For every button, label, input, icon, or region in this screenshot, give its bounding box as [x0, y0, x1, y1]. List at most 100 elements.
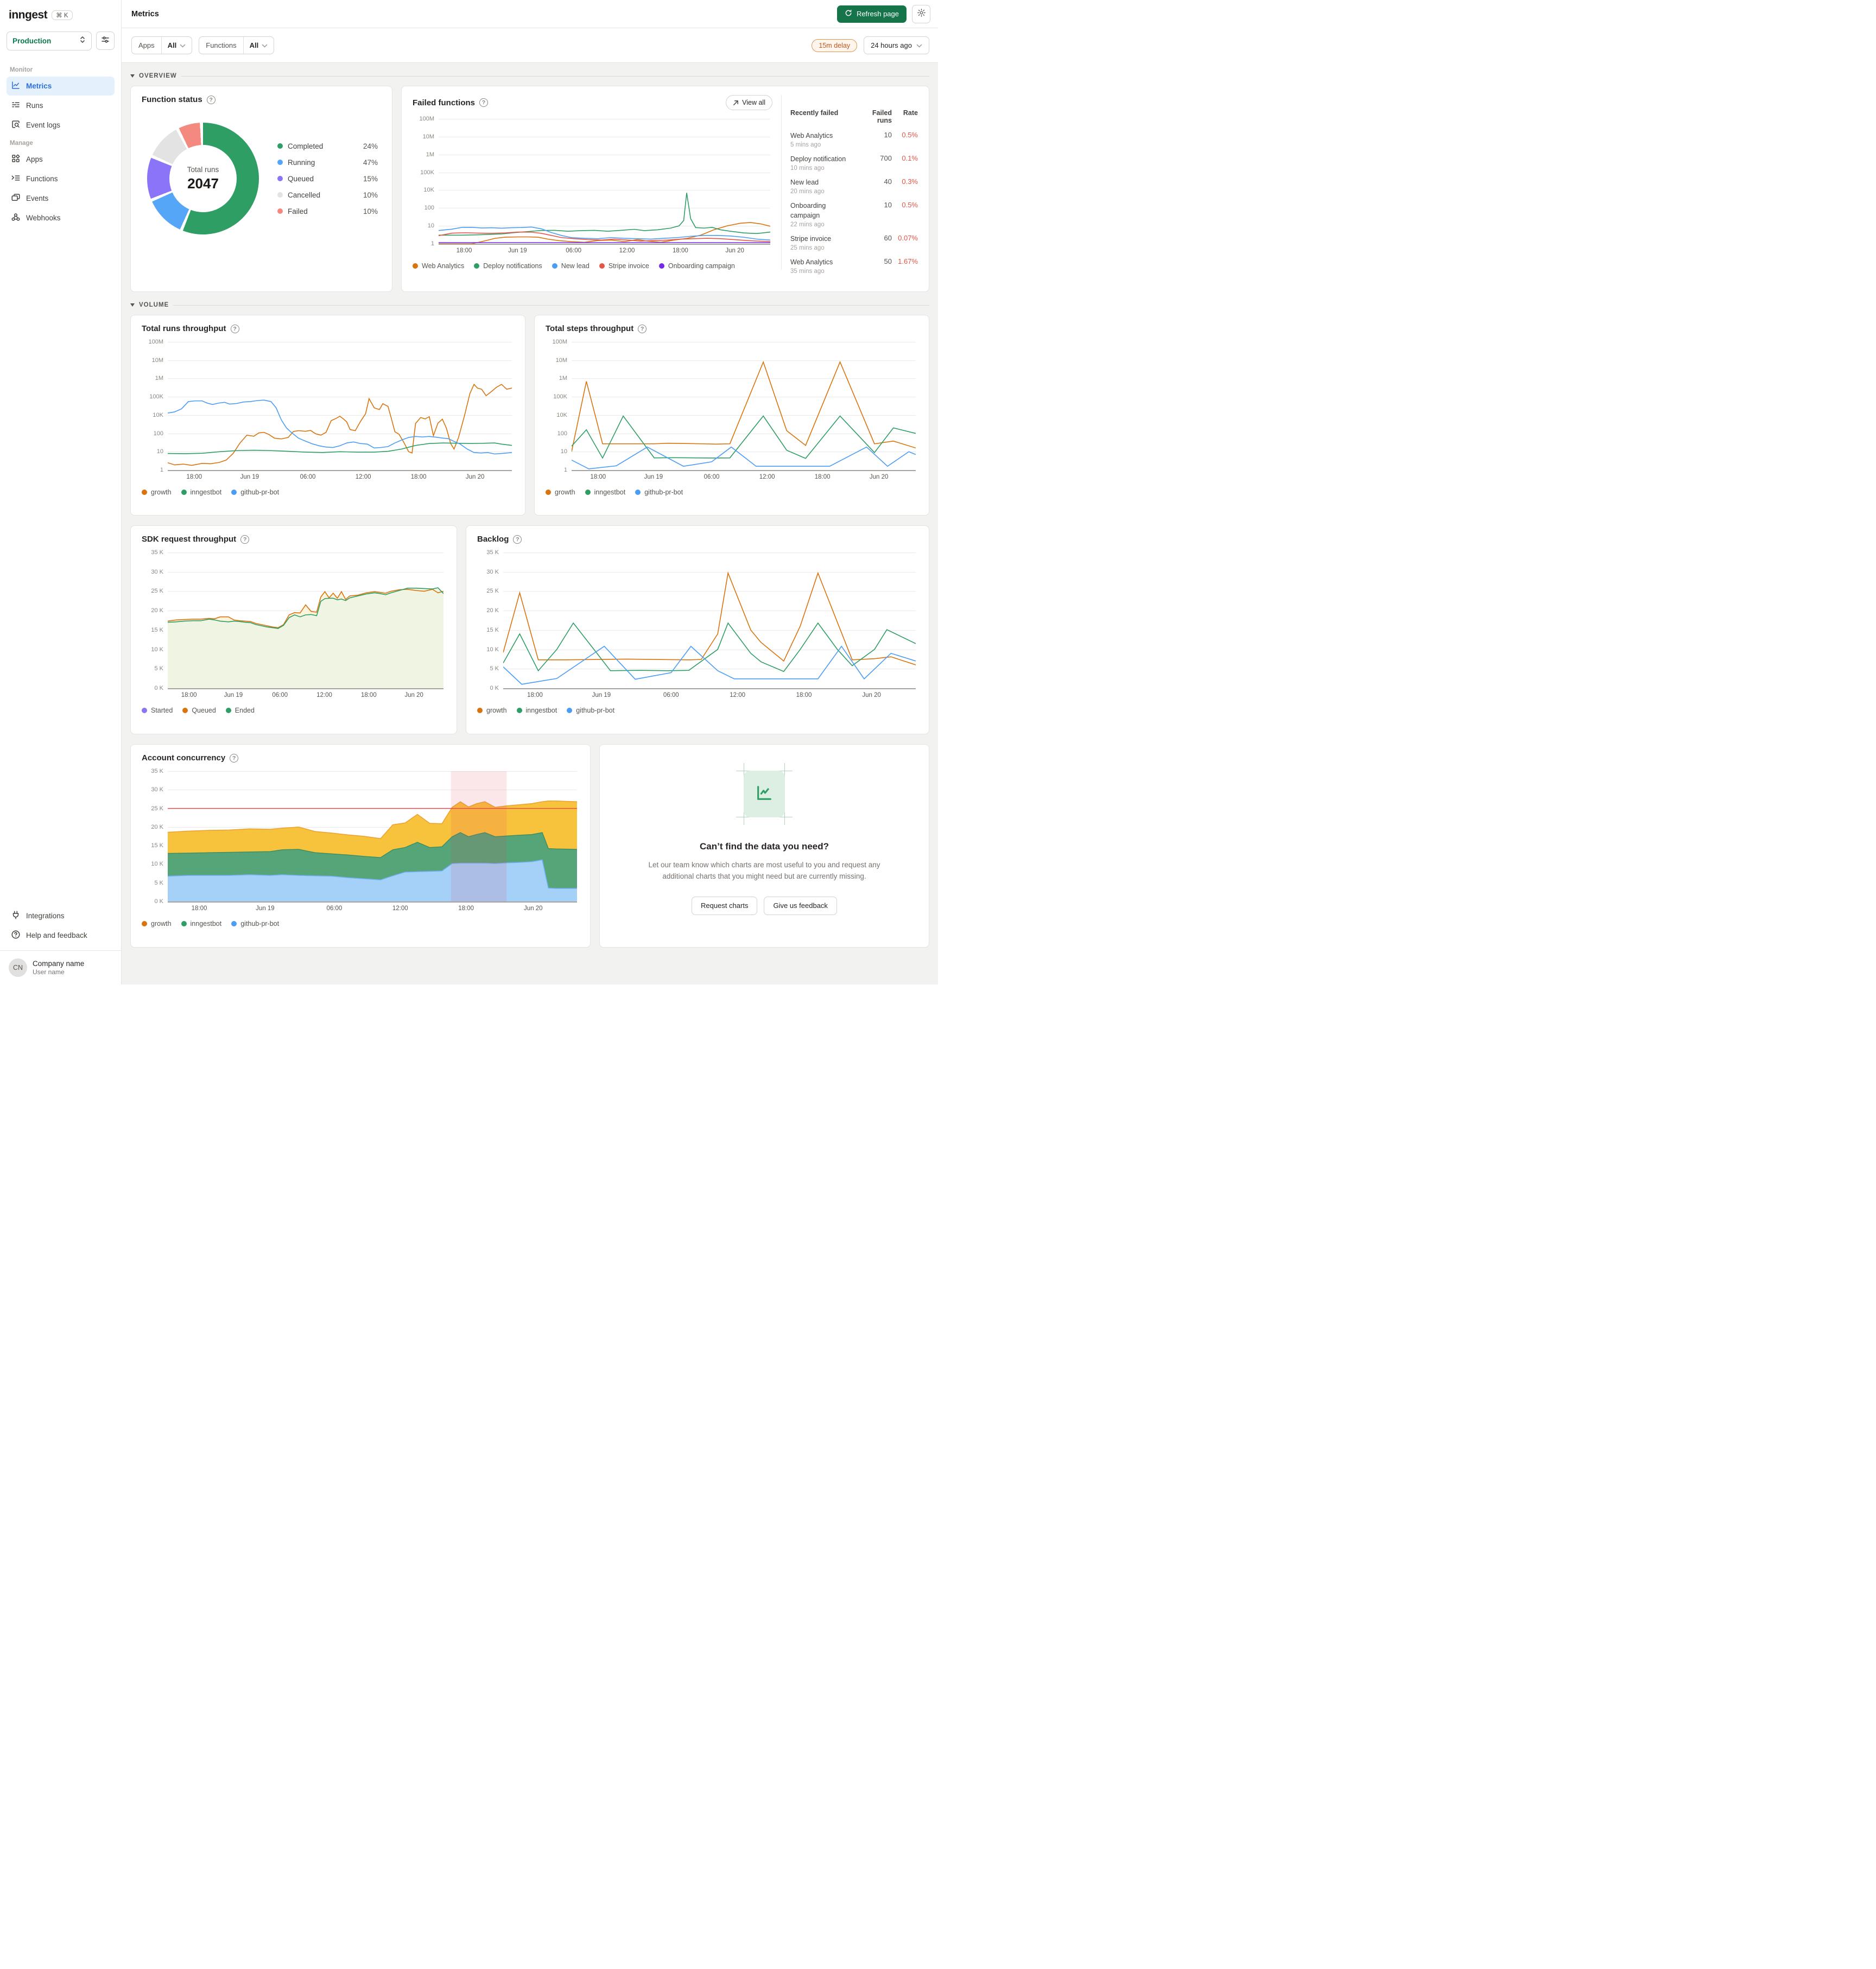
table-row[interactable]: Deploy notification 10 mins ago 700 0.1% [790, 154, 918, 172]
column-header: Recently failed [790, 109, 839, 117]
legend-item[interactable]: Ended [225, 707, 255, 714]
legend-item[interactable]: Deploy notifications [474, 262, 542, 270]
settings-button[interactable] [912, 4, 930, 23]
x-axis-label: 06:00 [663, 692, 679, 698]
x-axis-label: Jun 19 [644, 474, 663, 480]
feedback-card: Can’t find the data you need? Let our te… [599, 744, 929, 948]
sidebar-item-help[interactable]: Help and feedback [7, 926, 115, 945]
card-title: Failed functions [413, 98, 476, 107]
table-row[interactable]: Web Analytics 35 mins ago 50 1.67% [790, 257, 918, 275]
legend-item[interactable]: growth [477, 707, 507, 714]
legend-item[interactable]: New lead [552, 262, 590, 270]
legend-item[interactable]: github-pr-bot [231, 488, 279, 496]
legend-item[interactable]: Web Analytics [413, 262, 464, 270]
table-row[interactable]: Stripe invoice 25 mins ago 60 0.07% [790, 234, 918, 251]
x-axis-label: 12:00 [355, 474, 371, 480]
chart-legend: growth inngestbot github-pr-bot [546, 488, 918, 496]
legend-item[interactable]: Started [142, 707, 173, 714]
backlog-chart: 35 K 30 K 25 K 20 K 15 K 10 K 5 K 0 K 18:00 Jun 1… [477, 544, 918, 714]
chart-plot: 100M 10M 1M 100K 10K 100 10 1 18:00 Jun 19 06:00 12… [142, 339, 514, 480]
donut-total-value: 2047 [187, 175, 219, 192]
help-tooltip-icon[interactable]: ? [230, 324, 239, 333]
legend-item[interactable]: inngestbot [181, 920, 221, 928]
view-all-button[interactable]: View all [726, 95, 772, 110]
legend-item[interactable]: Queued 15% [277, 175, 378, 183]
sidebar-item-runs[interactable]: Runs [7, 96, 115, 115]
legend-item[interactable]: github-pr-bot [567, 707, 614, 714]
legend-item[interactable]: Queued [182, 707, 216, 714]
y-axis-label: 0 K [154, 685, 163, 691]
chart-request-illustration [736, 763, 793, 825]
table-row[interactable]: Onboarding campaign 22 mins ago 10 0.5% [790, 201, 918, 228]
help-tooltip-icon[interactable]: ? [240, 535, 250, 544]
legend-item[interactable]: Completed 24% [277, 142, 378, 150]
column-header: Rate [903, 109, 918, 117]
sidebar-item-integrations[interactable]: Integrations [7, 906, 115, 925]
legend-item[interactable]: github-pr-bot [231, 920, 279, 928]
chevron-down-icon [180, 41, 186, 49]
table-row[interactable]: New lead 20 mins ago 40 0.3% [790, 177, 918, 195]
account-menu[interactable]: CN Company name User name [7, 956, 115, 979]
sidebar-item-functions[interactable]: Functions [7, 169, 115, 188]
time-range-value: 24 hours ago [871, 41, 912, 49]
legend-item[interactable]: inngestbot [181, 488, 221, 496]
card-title: Function status [142, 95, 202, 104]
function-status-donut: Total runs 2047 [147, 123, 259, 234]
sidebar-item-apps[interactable]: Apps [7, 150, 115, 169]
x-axis-label: Jun 19 [508, 247, 527, 254]
y-axis-label: 0 K [154, 898, 163, 905]
y-axis-label: 1M [559, 375, 567, 382]
table-row[interactable]: Web Analytics 5 mins ago 10 0.5% [790, 131, 918, 148]
help-tooltip-icon[interactable]: ? [513, 535, 522, 544]
command-k-shortcut[interactable]: ⌘ K [52, 10, 73, 20]
sidebar-item-label: Help and feedback [26, 931, 87, 939]
apps-filter[interactable]: Apps All [131, 36, 193, 54]
sidebar-item-label: Metrics [26, 82, 52, 90]
legend-item[interactable]: inngestbot [585, 488, 625, 496]
environment-filter-button[interactable] [96, 31, 115, 50]
overview-section-header[interactable]: OVERVIEW [130, 73, 929, 79]
sidebar-item-event-logs[interactable]: Event logs [7, 116, 115, 135]
failed-functions-chart: 100M 10M 1M 100K 10K 100 10 1 18:00 Jun 19 06:00 12… [413, 110, 772, 270]
sidebar-item-label: Events [26, 194, 49, 202]
legend-item[interactable]: Cancelled 10% [277, 191, 378, 199]
y-axis-label: 100 [153, 430, 163, 437]
legend-item[interactable]: Onboarding campaign [658, 262, 735, 270]
metrics-chart-icon [11, 80, 21, 92]
time-range-select[interactable]: 24 hours ago [864, 36, 929, 54]
card-title: Backlog [477, 535, 509, 544]
sidebar-item-webhooks[interactable]: Webhooks [7, 208, 115, 227]
legend-item[interactable]: growth [546, 488, 575, 496]
legend-item[interactable]: Failed 10% [277, 207, 378, 215]
legend-item[interactable]: growth [142, 920, 172, 928]
y-axis-label: 25 K [151, 588, 163, 595]
donut-total-label: Total runs [187, 165, 219, 174]
x-axis-label: 12:00 [316, 692, 332, 698]
help-tooltip-icon[interactable]: ? [638, 324, 647, 333]
legend-item[interactable]: Running 47% [277, 158, 378, 167]
legend-item[interactable]: github-pr-bot [635, 488, 683, 496]
environment-select[interactable]: Production [7, 31, 92, 50]
x-axis-label: 18:00 [796, 692, 812, 698]
sidebar-divider [0, 950, 121, 951]
chart-canvas [168, 342, 512, 470]
functions-filter[interactable]: Functions All [199, 36, 275, 54]
y-axis-label: 100 [557, 430, 567, 437]
sidebar-item-events[interactable]: Events [7, 189, 115, 208]
legend-item[interactable]: Stripe invoice [599, 262, 649, 270]
sidebar-item-metrics[interactable]: Metrics [7, 77, 115, 96]
sidebar-item-label: Runs [26, 101, 43, 110]
sidebar-item-label: Webhooks [26, 214, 61, 222]
help-tooltip-icon[interactable]: ? [230, 753, 239, 763]
y-axis-label: 30 K [151, 568, 163, 575]
give-feedback-button[interactable]: Give us feedback [764, 896, 837, 915]
refresh-page-button[interactable]: Refresh page [836, 5, 907, 23]
legend-item[interactable]: inngestbot [516, 707, 557, 714]
help-tooltip-icon[interactable]: ? [206, 95, 216, 104]
help-tooltip-icon[interactable]: ? [479, 98, 489, 107]
user-name: User name [33, 968, 65, 976]
request-charts-button[interactable]: Request charts [692, 896, 758, 915]
x-axis-label: Jun 20 [725, 247, 744, 254]
volume-section-header[interactable]: VOLUME [130, 302, 929, 308]
legend-item[interactable]: growth [142, 488, 172, 496]
